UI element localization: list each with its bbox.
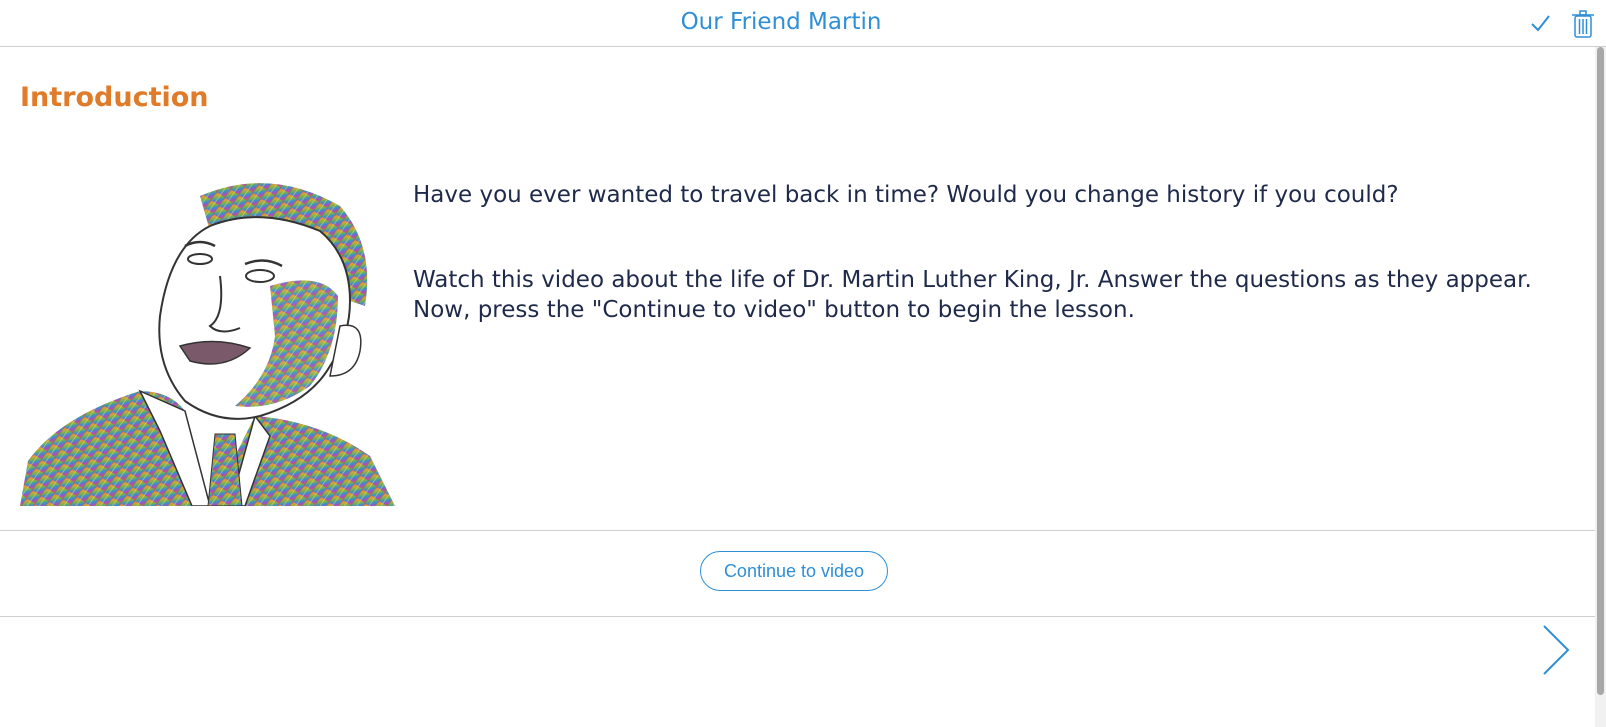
vertical-scrollbar[interactable] xyxy=(1595,47,1606,727)
check-button[interactable] xyxy=(1528,8,1552,38)
content-divider xyxy=(0,530,1595,531)
lesson-page: Our Friend Martin Introduction Have you … xyxy=(0,0,1606,727)
scrollbar-thumb[interactable] xyxy=(1597,47,1604,695)
martin-luther-king-portrait xyxy=(20,183,395,506)
trash-button[interactable] xyxy=(1570,8,1596,40)
intro-continue-text: Now, press the "Continue to video" butto… xyxy=(413,297,1135,323)
lesson-intro-text: Have you ever wanted to travel back in t… xyxy=(413,180,1593,325)
section-title: Introduction xyxy=(20,82,209,113)
intro-instruction-text: Watch this video about the life of Dr. M… xyxy=(413,267,1532,293)
footer-divider xyxy=(0,616,1595,617)
trash-icon xyxy=(1572,10,1594,38)
header-bar: Our Friend Martin xyxy=(0,0,1606,47)
intro-question-text: Have you ever wanted to travel back in t… xyxy=(413,182,1399,208)
next-button[interactable] xyxy=(1538,622,1574,678)
chevron-right-icon xyxy=(1543,625,1570,675)
continue-to-video-button[interactable]: Continue to video xyxy=(700,551,888,591)
checkmark-icon xyxy=(1531,15,1550,32)
page-title: Our Friend Martin xyxy=(680,9,882,35)
